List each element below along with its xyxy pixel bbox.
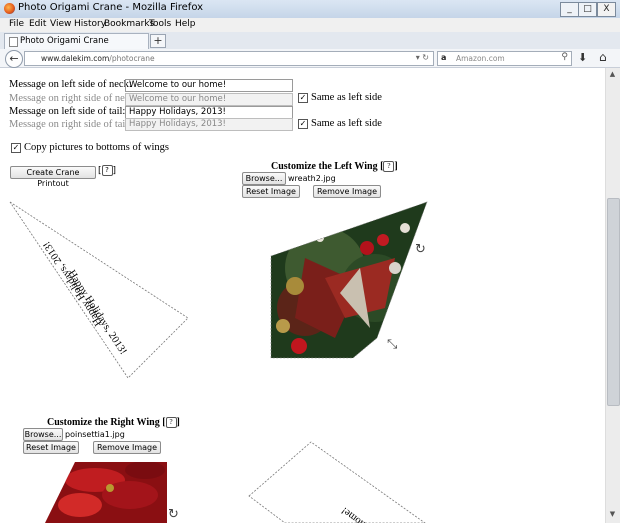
menu-bookmarks[interactable]: Bookmarks — [104, 19, 154, 29]
copy-pictures-label: Copy pictures to bottoms of wings — [24, 142, 169, 153]
left-wing-preview: ↻ ⤡ — [270, 201, 428, 359]
window-titlebar: Photo Origami Crane - Mozilla Firefox _ … — [0, 0, 620, 19]
poinsettia-image — [45, 462, 167, 523]
tail-shape — [9, 201, 189, 379]
neck-right-input[interactable]: Welcome to our home! — [125, 93, 293, 106]
close-button[interactable]: X — [597, 2, 616, 17]
tail-left-label: Message on left side of tail: — [9, 106, 126, 117]
url-bar[interactable]: www.dalekim.com/photocrane ▾ ↻ — [24, 51, 434, 66]
search-icon[interactable]: ⚲ — [561, 52, 568, 62]
neck-same-label: Same as left side — [311, 92, 382, 103]
wreath-image — [271, 202, 427, 358]
tail-right-label: Message on right side of tail: — [9, 119, 132, 130]
resize-icon[interactable]: ⤡ — [387, 337, 398, 352]
tail-preview: Happy Holidays, 2013! Happy Holidays, 20… — [9, 201, 189, 379]
url-host: www.dalekim.com — [41, 54, 110, 63]
right-wing-filename: poinsettia1.jpg — [65, 430, 125, 439]
url-path: /photocrane — [109, 54, 155, 63]
back-button[interactable]: ← — [5, 50, 23, 68]
menu-bar: File Edit View History Bookmarks Tools H… — [0, 18, 620, 32]
help-icon[interactable]: ? — [383, 161, 395, 173]
amazon-icon: a — [441, 53, 447, 62]
reload-icon[interactable]: ▾ ↻ — [416, 53, 429, 62]
tail-right-input[interactable]: Happy Holidays, 2013! — [125, 118, 293, 131]
right-wing-browse-button[interactable]: Browse... — [23, 428, 63, 441]
firefox-icon — [4, 3, 15, 14]
menu-help[interactable]: Help — [175, 19, 196, 29]
right-wing-reset-button[interactable]: Reset Image — [23, 441, 79, 454]
neck-left-label: Message on left side of neck: — [9, 79, 132, 90]
window-title: Photo Origami Crane - Mozilla Firefox — [18, 2, 204, 13]
page-icon — [9, 37, 18, 47]
rotate-icon[interactable]: ↻ — [168, 507, 179, 522]
left-wing-reset-button[interactable]: Reset Image — [242, 185, 300, 198]
left-wing-title: Customize the Left Wing [?] — [271, 161, 398, 173]
scrollbar-thumb[interactable] — [607, 198, 620, 406]
tab-label: Photo Origami Crane — [20, 36, 109, 46]
right-wing-title: Customize the Right Wing [?] — [47, 417, 180, 429]
tail-same-checkbox[interactable]: ✓ — [298, 119, 308, 129]
page-content: Message on left side of neck: Welcome to… — [0, 68, 605, 523]
tail-same-label: Same as left side — [311, 118, 382, 129]
create-printout-button[interactable]: Create Crane Printout — [10, 166, 96, 188]
menu-file[interactable]: File — [9, 19, 24, 29]
home-icon[interactable]: ⌂ — [599, 50, 607, 64]
printout-help[interactable]: [?] — [98, 165, 116, 176]
menu-edit[interactable]: Edit — [29, 19, 46, 29]
rotate-icon[interactable]: ↻ — [415, 242, 426, 257]
left-wing-remove-button[interactable]: Remove Image — [313, 185, 381, 198]
left-wing-filename: wreath2.jpg — [288, 174, 336, 183]
right-wing-remove-button[interactable]: Remove Image — [93, 441, 161, 454]
neck-same-checkbox[interactable]: ✓ — [298, 93, 308, 103]
maximize-button[interactable]: □ — [578, 2, 597, 17]
right-wing-preview: ↻ — [45, 462, 179, 523]
neck-left-input[interactable]: Welcome to our home! — [125, 79, 293, 92]
copy-pictures-checkbox[interactable]: ✓ — [11, 143, 21, 153]
download-icon[interactable]: ⬇ — [578, 51, 587, 64]
search-placeholder: Amazon.com — [456, 54, 505, 63]
help-icon: ? — [101, 165, 113, 176]
scroll-up-icon[interactable]: ▲ — [607, 70, 618, 80]
menu-tools[interactable]: Tools — [149, 19, 171, 29]
neck-right-label: Message on right side of neck: — [9, 93, 138, 104]
menu-view[interactable]: View — [50, 19, 71, 29]
new-tab-button[interactable]: + — [150, 34, 166, 48]
menu-history[interactable]: History — [74, 19, 106, 29]
left-wing-browse-button[interactable]: Browse... — [242, 172, 286, 185]
neck-shape — [248, 441, 426, 523]
scroll-down-icon[interactable]: ▼ — [607, 510, 618, 520]
tab-photo-origami-crane[interactable]: Photo Origami Crane — [4, 33, 149, 49]
help-icon[interactable]: ? — [165, 417, 177, 429]
search-bar[interactable]: a Amazon.com ⚲ — [437, 51, 572, 66]
minimize-button[interactable]: _ — [560, 2, 579, 17]
neck-preview: home! — [248, 441, 426, 523]
